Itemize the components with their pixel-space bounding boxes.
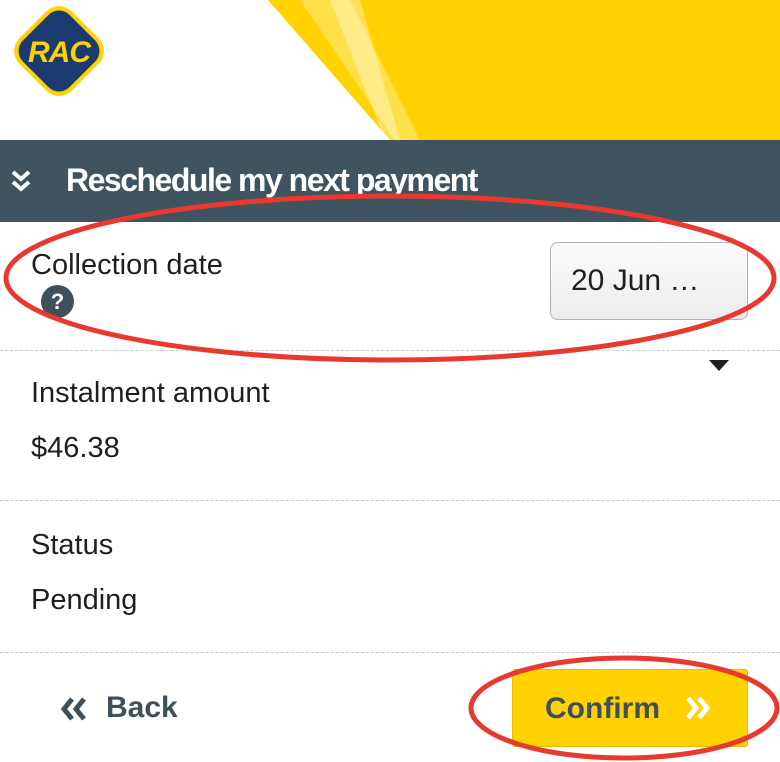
status-value: Pending — [31, 584, 138, 616]
collection-date-label: Collection date — [31, 249, 223, 281]
row-divider — [0, 500, 780, 501]
dropdown-arrow-icon[interactable] — [709, 360, 729, 371]
double-chevron-right-icon — [686, 696, 711, 720]
collection-date-select[interactable]: 20 Jun … — [550, 242, 748, 320]
page-title: Reschedule my next payment — [66, 162, 478, 198]
row-divider — [0, 652, 780, 653]
row-divider — [0, 350, 780, 351]
confirm-button[interactable]: Confirm — [512, 669, 748, 747]
header-banner: RAC — [0, 0, 780, 140]
help-icon[interactable]: ? — [41, 285, 74, 318]
double-chevron-left-icon — [60, 697, 86, 721]
confirm-label: Confirm — [545, 692, 660, 725]
yellow-swoosh-graphic — [268, 0, 780, 140]
instalment-amount-label: Instalment amount — [31, 377, 270, 409]
double-chevron-down-icon[interactable] — [10, 168, 32, 194]
rac-logo: RAC — [14, 6, 104, 96]
logo-text: RAC — [28, 36, 92, 69]
status-label: Status — [31, 529, 114, 561]
back-label: Back — [106, 691, 178, 724]
instalment-amount-value: $46.38 — [31, 432, 120, 464]
back-button[interactable]: Back — [60, 683, 200, 733]
